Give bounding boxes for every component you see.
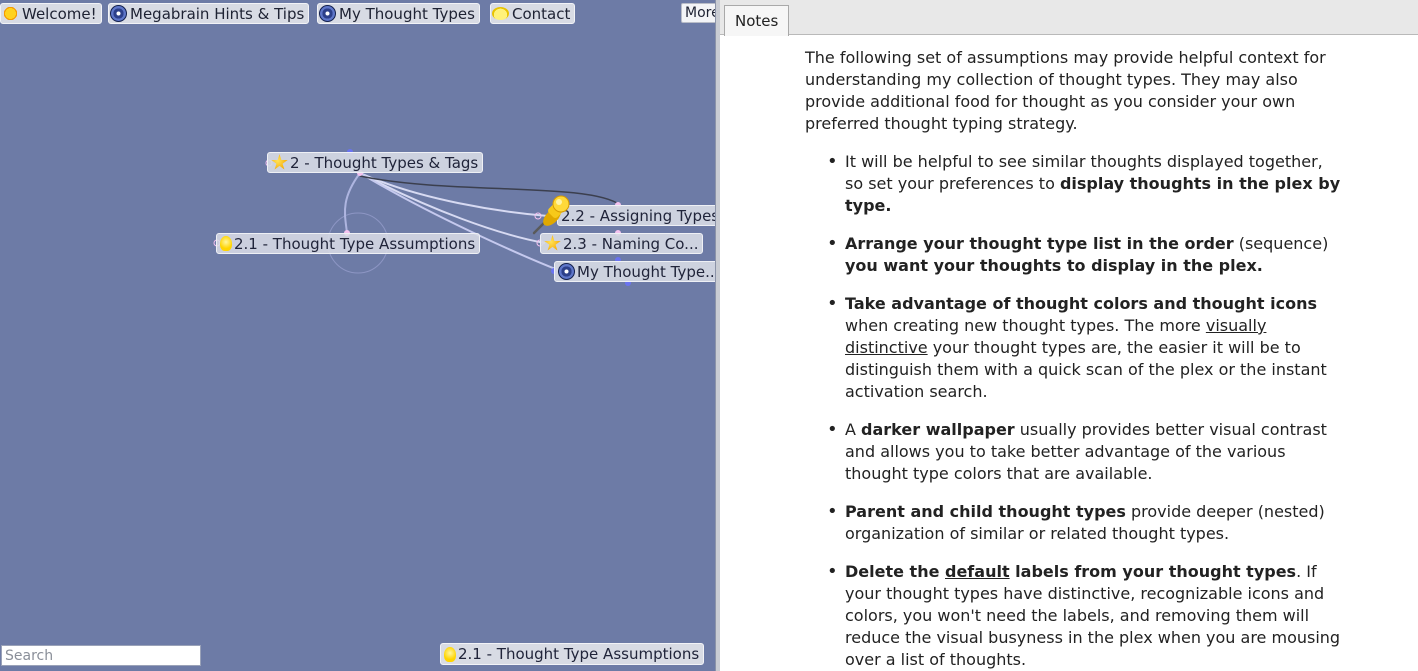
thought-sibling-my-thought-types[interactable]: My Thought Type...: [554, 261, 725, 282]
thought-label: 2.3 - Naming Co...: [563, 234, 699, 253]
thought-parent[interactable]: 2 - Thought Types & Tags: [267, 152, 484, 173]
text: when creating new thought types. The mor…: [845, 316, 1206, 335]
list-item: Parent and child thought types provide d…: [827, 501, 1345, 545]
star-icon: [544, 235, 561, 251]
bold-text: Arrange your thought type list in the or…: [845, 234, 1234, 253]
thought-label: 2.1 - Thought Type Assumptions: [234, 234, 476, 253]
thought-label: 2.1 - Thought Type Assumptions: [458, 645, 700, 663]
star-icon: [271, 154, 288, 170]
bold-text: Delete the: [845, 562, 945, 581]
bold-text: labels from your thought types: [1009, 562, 1297, 581]
list-item: It will be helpful to see similar though…: [827, 151, 1345, 217]
jump-link: [359, 175, 621, 206]
notes-pane: Notes The following set of assumptions m…: [720, 0, 1418, 671]
search-input[interactable]: [1, 645, 201, 666]
list-item: Delete the default labels from your thou…: [827, 561, 1345, 671]
thought-links: [213, 149, 631, 286]
current-thought-readout[interactable]: 2.1 - Thought Type Assumptions: [440, 643, 705, 665]
note-intro: The following set of assumptions may pro…: [805, 48, 1326, 133]
bold-text: Parent and child thought types: [845, 502, 1126, 521]
tab-strip: Notes: [720, 0, 1418, 36]
thought-label: 2 - Thought Types & Tags: [290, 153, 479, 172]
bold-text: you want your thoughts to display in the…: [845, 256, 1263, 275]
tab-notes[interactable]: Notes: [724, 5, 790, 36]
bold-text: darker wallpaper: [861, 420, 1015, 439]
child-link: [344, 172, 361, 234]
pushpin-icon: [532, 195, 570, 235]
text: (sequence): [1233, 234, 1329, 253]
lightbulb-icon: [220, 236, 232, 251]
list-item: Take advantage of thought colors and tho…: [827, 293, 1345, 403]
lightbulb-icon: [444, 646, 456, 662]
assumption-list: It will be helpful to see similar though…: [805, 151, 1345, 671]
list-item: A darker wallpaper usually provides bett…: [827, 419, 1345, 485]
underlined-text: default: [945, 562, 1010, 581]
list-item: Arrange your thought type list in the or…: [827, 233, 1345, 277]
plex-pane[interactable]: Welcome! Megabrain Hints & Tips My Thoug…: [0, 0, 779, 671]
child-link: [359, 172, 549, 217]
thought-active[interactable]: 2.1 - Thought Type Assumptions: [216, 233, 481, 254]
thought-label: My Thought Type...: [577, 262, 720, 281]
note-content: The following set of assumptions may pro…: [805, 47, 1345, 671]
text: A: [845, 420, 862, 439]
brain-icon: [558, 263, 575, 280]
bold-text: Take advantage of thought colors and tho…: [845, 294, 1317, 313]
